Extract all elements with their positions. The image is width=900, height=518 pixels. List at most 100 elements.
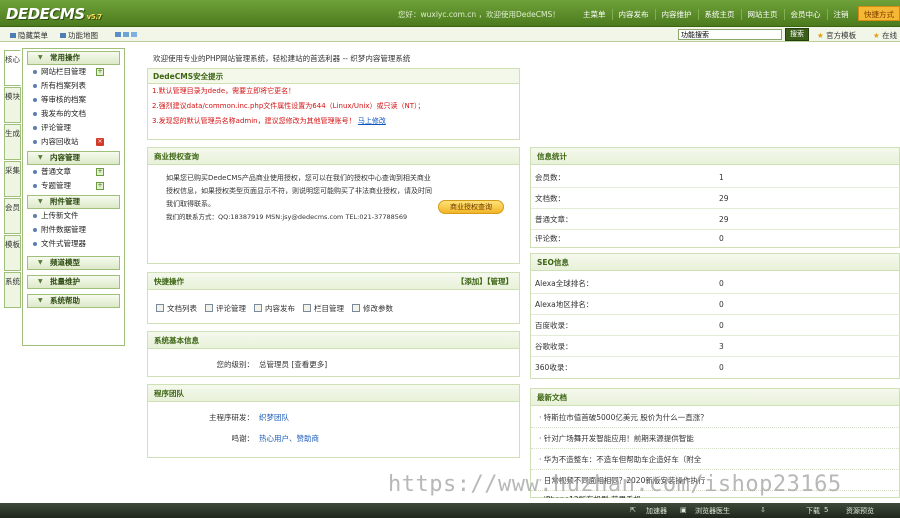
hide-menu-button[interactable]: 隐藏菜单 bbox=[10, 30, 48, 41]
security-line-2: 2.强烈建议data/common.inc.php文件属性设置为644（Linu… bbox=[152, 102, 425, 110]
modify-now-link[interactable]: 马上修改 bbox=[358, 117, 386, 125]
tab-core[interactable]: 核心 bbox=[4, 50, 21, 86]
stats-title: 信息统计 bbox=[531, 148, 899, 165]
add-icon[interactable]: + bbox=[96, 168, 104, 176]
menu-group-attachments[interactable]: ▼ 附件管理 bbox=[27, 195, 120, 209]
user-level-value[interactable]: 总管理员 [查看更多] bbox=[259, 360, 327, 369]
download-icon[interactable]: ⇩ bbox=[760, 506, 766, 514]
hide-menu-label: 隐藏菜单 bbox=[18, 31, 48, 40]
nav-system-home[interactable]: 系统主页 bbox=[697, 9, 741, 20]
license-query-button[interactable]: 商业授权查询 bbox=[438, 200, 504, 214]
menu-group-channel-model[interactable]: ▼ 频道模型 bbox=[27, 256, 120, 270]
delete-icon[interactable]: × bbox=[96, 138, 104, 146]
quickop-comments[interactable]: 评论管理 bbox=[205, 303, 246, 314]
seo-row: 百度收录： 0 bbox=[531, 315, 900, 336]
browser-doctor-icon[interactable]: ▣ bbox=[680, 506, 687, 514]
chevron-down-icon: ▼ bbox=[38, 54, 43, 61]
menu-item-articles[interactable]: 普通文章 + bbox=[23, 165, 124, 179]
team-thanks-link[interactable]: 热心用户、赞助商 bbox=[259, 434, 319, 443]
pin-icon[interactable]: ⇱ bbox=[630, 506, 636, 514]
quickop-doc-list[interactable]: 文档列表 bbox=[156, 303, 197, 314]
menu-group-title: 系统帮助 bbox=[50, 296, 80, 305]
seo-value: 0 bbox=[719, 279, 724, 288]
online-label: 在线 bbox=[882, 31, 898, 40]
menu-group-common[interactable]: ▼ 常用操作 bbox=[27, 51, 120, 65]
security-panel: DedeCMS安全提示 1.默认管理目录为dede，需要立即将它更名！ 2.强烈… bbox=[147, 68, 520, 140]
team-dev-link[interactable]: 织梦团队 bbox=[259, 413, 289, 422]
quickops-title: 快捷操作 bbox=[154, 277, 184, 286]
news-item[interactable]: · 华为不造整车：不造车但帮助车企造好车（附全 bbox=[531, 450, 900, 470]
menu-item-all-archives[interactable]: 所有档案列表 bbox=[23, 79, 124, 93]
menu-item-label: 等审核的档案 bbox=[41, 95, 86, 104]
online-link[interactable]: ★ 在线 bbox=[873, 30, 897, 41]
official-templates-link[interactable]: ★ 官方模板 bbox=[817, 30, 856, 41]
nav-content-maintain[interactable]: 内容维护 bbox=[654, 9, 698, 20]
nav-main-menu[interactable]: 主菜单 bbox=[577, 9, 612, 20]
bullet-icon bbox=[33, 228, 37, 232]
intro-text: 欢迎使用专业的PHP网站管理系统，轻松建站的首选利器 -- 织梦内容管理系统 bbox=[153, 54, 411, 63]
menu-item-attachment-data[interactable]: 附件数据管理 bbox=[23, 223, 124, 237]
tab-templates[interactable]: 模板 bbox=[4, 235, 21, 271]
menu-item-pending[interactable]: 等审核的档案 bbox=[23, 93, 124, 107]
menu-group-help[interactable]: ▼ 系统帮助 bbox=[27, 294, 120, 308]
news-item[interactable]: · 针对广场舞开发智能应用！前期来源提供智能 bbox=[531, 429, 900, 449]
tab-collect[interactable]: 采集 bbox=[4, 161, 21, 197]
license-text: 如果您已购买DedeCMS产品商业使用授权，您可以在我们的授权中心查询到相关商业… bbox=[166, 174, 432, 208]
quickop-publish[interactable]: 内容发布 bbox=[254, 303, 295, 314]
menu-item-file-manager[interactable]: 文件式管理器 bbox=[23, 237, 124, 251]
menu-item-topics[interactable]: 专题管理 + bbox=[23, 179, 124, 193]
star-icon: ★ bbox=[817, 31, 824, 40]
menu-item-comments[interactable]: 评论管理 bbox=[23, 121, 124, 135]
layout-switch-icons[interactable] bbox=[115, 30, 139, 39]
quickop-categories[interactable]: 栏目管理 bbox=[303, 303, 344, 314]
menu-item-label: 所有档案列表 bbox=[41, 81, 86, 90]
user-level-label: 您的级别： bbox=[216, 360, 255, 369]
hide-menu-icon bbox=[10, 33, 16, 38]
chevron-down-icon: ▼ bbox=[38, 278, 43, 285]
tab-members[interactable]: 会员 bbox=[4, 198, 21, 234]
tab-generate[interactable]: 生成 bbox=[4, 124, 21, 160]
menu-item-label: 评论管理 bbox=[41, 123, 71, 132]
site-map-button[interactable]: 功能地图 bbox=[60, 30, 98, 41]
browser-doctor-button[interactable]: 浏览器医生 bbox=[695, 506, 730, 516]
resource-preview-button[interactable]: 资源预览 bbox=[846, 506, 874, 516]
tab-system[interactable]: 系统 bbox=[4, 272, 21, 308]
nav-site-home[interactable]: 网站主页 bbox=[740, 9, 784, 20]
add-icon[interactable]: + bbox=[96, 182, 104, 190]
download-button[interactable]: 下载 bbox=[806, 506, 820, 516]
menu-item-my-docs[interactable]: 我发布的文档 bbox=[23, 107, 124, 121]
quickop-settings[interactable]: 修改参数 bbox=[352, 303, 393, 314]
menu-item-recycle[interactable]: 内容回收站 × bbox=[23, 135, 124, 149]
stats-value: 29 bbox=[719, 194, 729, 203]
menu-item-categories[interactable]: 网站栏目管理 + bbox=[23, 65, 124, 79]
tab-modules[interactable]: 模块 bbox=[4, 87, 21, 123]
quick-shortcut-button[interactable]: 快捷方式 bbox=[858, 6, 900, 21]
menu-item-label: 我发布的文档 bbox=[41, 109, 86, 118]
menu-group-batch[interactable]: ▼ 批量维护 bbox=[27, 275, 120, 289]
site-map-label: 功能地图 bbox=[68, 31, 98, 40]
stats-row: 会员数： 1 bbox=[531, 167, 900, 188]
menu-item-upload[interactable]: 上传新文件 bbox=[23, 209, 124, 223]
settings-icon bbox=[352, 304, 360, 312]
search-input[interactable] bbox=[678, 29, 782, 40]
accelerator-button[interactable]: 加速器 bbox=[646, 506, 667, 516]
seo-value: 0 bbox=[719, 321, 724, 330]
zoom-button[interactable]: 5 bbox=[824, 506, 828, 514]
team-row-label: 主程序研发： bbox=[209, 413, 254, 422]
license-body: 如果您已购买DedeCMS产品商业使用授权，您可以在我们的授权中心查询到相关商业… bbox=[148, 165, 433, 224]
add-icon[interactable]: + bbox=[96, 68, 104, 76]
sysinfo-panel: 系统基本信息 您的级别： 总管理员 [查看更多] bbox=[147, 331, 520, 377]
search-button[interactable]: 搜索 bbox=[785, 28, 809, 41]
news-item[interactable]: · 特斯拉市值首破5000亿美元 股价为什么一直涨？ bbox=[531, 408, 900, 428]
menu-item-label: 网站栏目管理 bbox=[41, 67, 86, 76]
menu-group-content[interactable]: ▼ 内容管理 bbox=[27, 151, 120, 165]
quickops-add-manage-link[interactable]: 【添加】【管理】 bbox=[457, 273, 513, 290]
security-line-1: 1.默认管理目录为dede，需要立即将它更名！ bbox=[152, 87, 296, 95]
bullet-icon bbox=[33, 98, 37, 102]
left-menu: ▼ 常用操作 网站栏目管理 + 所有档案列表 等审核的档案 我发布的文档 评论管理 … bbox=[22, 48, 125, 346]
nav-content-publish[interactable]: 内容发布 bbox=[611, 9, 655, 20]
nav-member-center[interactable]: 会员中心 bbox=[783, 9, 827, 20]
quickops-header: 快捷操作 【添加】【管理】 bbox=[148, 273, 519, 290]
nav-logout[interactable]: 注销 bbox=[826, 9, 855, 20]
sysinfo-title: 系统基本信息 bbox=[148, 332, 519, 349]
